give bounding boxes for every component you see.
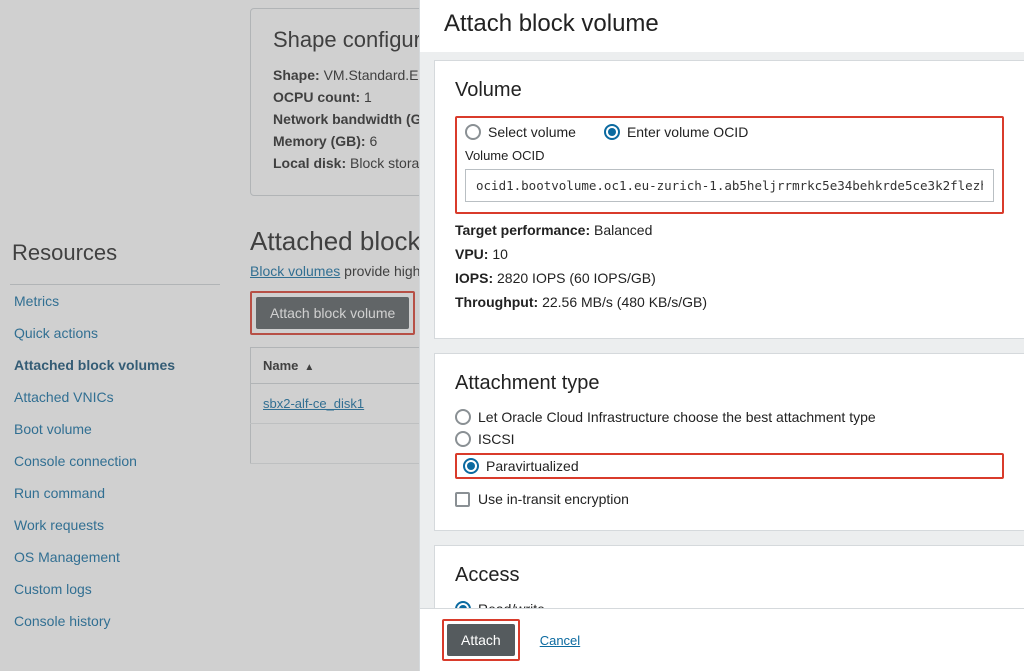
panel-body: Volume Select volume Enter volume OCID V…: [420, 52, 1024, 608]
throughput: Throughput: 22.56 MB/s (480 KB/s/GB): [455, 294, 1004, 310]
volume-heading: Volume: [455, 79, 1004, 102]
attach-block-volume-panel: Attach block volume Volume Select volume…: [419, 0, 1024, 671]
volume-mode-radios: Select volume Enter volume OCID: [465, 124, 994, 140]
access-heading: Access: [455, 564, 1004, 587]
ocid-input[interactable]: [465, 169, 994, 202]
target-performance: Target performance: Balanced: [455, 222, 1004, 238]
ocid-label: Volume OCID: [465, 148, 994, 163]
iops: IOPS: 2820 IOPS (60 IOPS/GB): [455, 270, 1004, 286]
attachment-type-heading: Attachment type: [455, 372, 1004, 395]
radio-paravirtualized[interactable]: Paravirtualized: [463, 458, 579, 474]
volume-group: Volume Select volume Enter volume OCID V…: [434, 60, 1024, 339]
radio-enter-ocid[interactable]: Enter volume OCID: [604, 124, 748, 140]
access-group: Access Read/write Configures the volume …: [434, 545, 1024, 609]
radio-auto-attach[interactable]: Let Oracle Cloud Infrastructure choose t…: [455, 409, 1004, 425]
radio-iscsi[interactable]: ISCSI: [455, 431, 1004, 447]
checkbox-icon: [455, 492, 470, 507]
attach-button[interactable]: Attach: [447, 624, 515, 656]
cancel-link[interactable]: Cancel: [540, 633, 580, 648]
attachment-type-group: Attachment type Let Oracle Cloud Infrast…: [434, 353, 1024, 531]
highlight-paravirtualized: Paravirtualized: [455, 453, 1004, 479]
panel-footer: Attach Cancel: [420, 608, 1024, 671]
panel-title: Attach block volume: [420, 0, 1024, 52]
vpu: VPU: 10: [455, 246, 1004, 262]
radio-select-volume[interactable]: Select volume: [465, 124, 576, 140]
checkbox-in-transit-encryption[interactable]: Use in-transit encryption: [455, 491, 629, 507]
radio-read-write[interactable]: Read/write: [455, 601, 545, 609]
highlight-attach-footer: Attach: [442, 619, 520, 661]
highlight-volume-ocid: Select volume Enter volume OCID Volume O…: [455, 116, 1004, 214]
